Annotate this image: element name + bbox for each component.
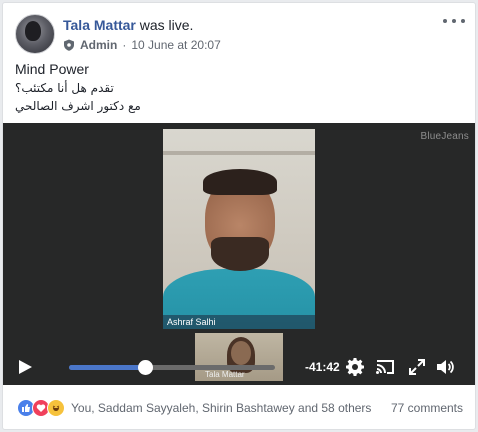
post-text-arabic-2: مع دكتور اشرف الصالحي bbox=[15, 99, 141, 113]
more-options-icon[interactable] bbox=[443, 13, 465, 29]
progress-bar[interactable] bbox=[69, 360, 275, 375]
play-icon[interactable] bbox=[19, 360, 32, 374]
author-name[interactable]: Tala Mattar bbox=[63, 17, 136, 33]
post-text-arabic-1: تقدم هل أنا مكتئب؟ bbox=[15, 81, 114, 95]
post-meta: Admin · 10 June at 20:07 bbox=[63, 38, 221, 52]
post-footer: You, Saddam Sayyaleh, Shirin Bashtawey a… bbox=[3, 385, 475, 429]
fullscreen-icon[interactable] bbox=[407, 357, 427, 377]
cast-icon[interactable] bbox=[375, 357, 395, 377]
haha-reaction-icon[interactable] bbox=[47, 399, 65, 417]
role-label: Admin bbox=[80, 38, 118, 52]
reaction-summary[interactable] bbox=[17, 399, 65, 417]
main-participant-feed: Ashraf Salhi bbox=[163, 129, 315, 329]
video-watermark: BlueJeans bbox=[420, 131, 469, 142]
live-video-player[interactable]: BlueJeans Ashraf Salhi Tala Mattar -41:4… bbox=[3, 123, 475, 385]
comments-count[interactable]: 77 comments bbox=[391, 401, 463, 415]
post-title: Mind Power bbox=[15, 61, 89, 77]
post-action: was live. bbox=[139, 17, 194, 33]
post-text: Mind Power تقدم هل أنا مكتئب؟ مع دكتور ا… bbox=[15, 61, 465, 115]
post-card: Tala Mattar was live. Admin · 10 June at… bbox=[2, 2, 476, 430]
main-participant-name: Ashraf Salhi bbox=[163, 315, 315, 329]
reactors-text[interactable]: You, Saddam Sayyaleh, Shirin Bashtawey a… bbox=[71, 401, 371, 415]
volume-icon[interactable] bbox=[435, 357, 455, 377]
settings-icon[interactable] bbox=[345, 357, 365, 377]
meta-separator: · bbox=[122, 38, 127, 52]
time-remaining: -41:42 bbox=[305, 360, 340, 374]
post-date[interactable]: 10 June at 20:07 bbox=[131, 38, 220, 52]
shield-icon bbox=[64, 39, 74, 51]
author-line: Tala Mattar was live. bbox=[63, 17, 193, 33]
post-header: Tala Mattar was live. Admin · 10 June at… bbox=[3, 3, 475, 59]
progress-fill bbox=[69, 365, 146, 370]
progress-handle[interactable] bbox=[138, 360, 154, 375]
author-avatar[interactable] bbox=[15, 14, 55, 54]
